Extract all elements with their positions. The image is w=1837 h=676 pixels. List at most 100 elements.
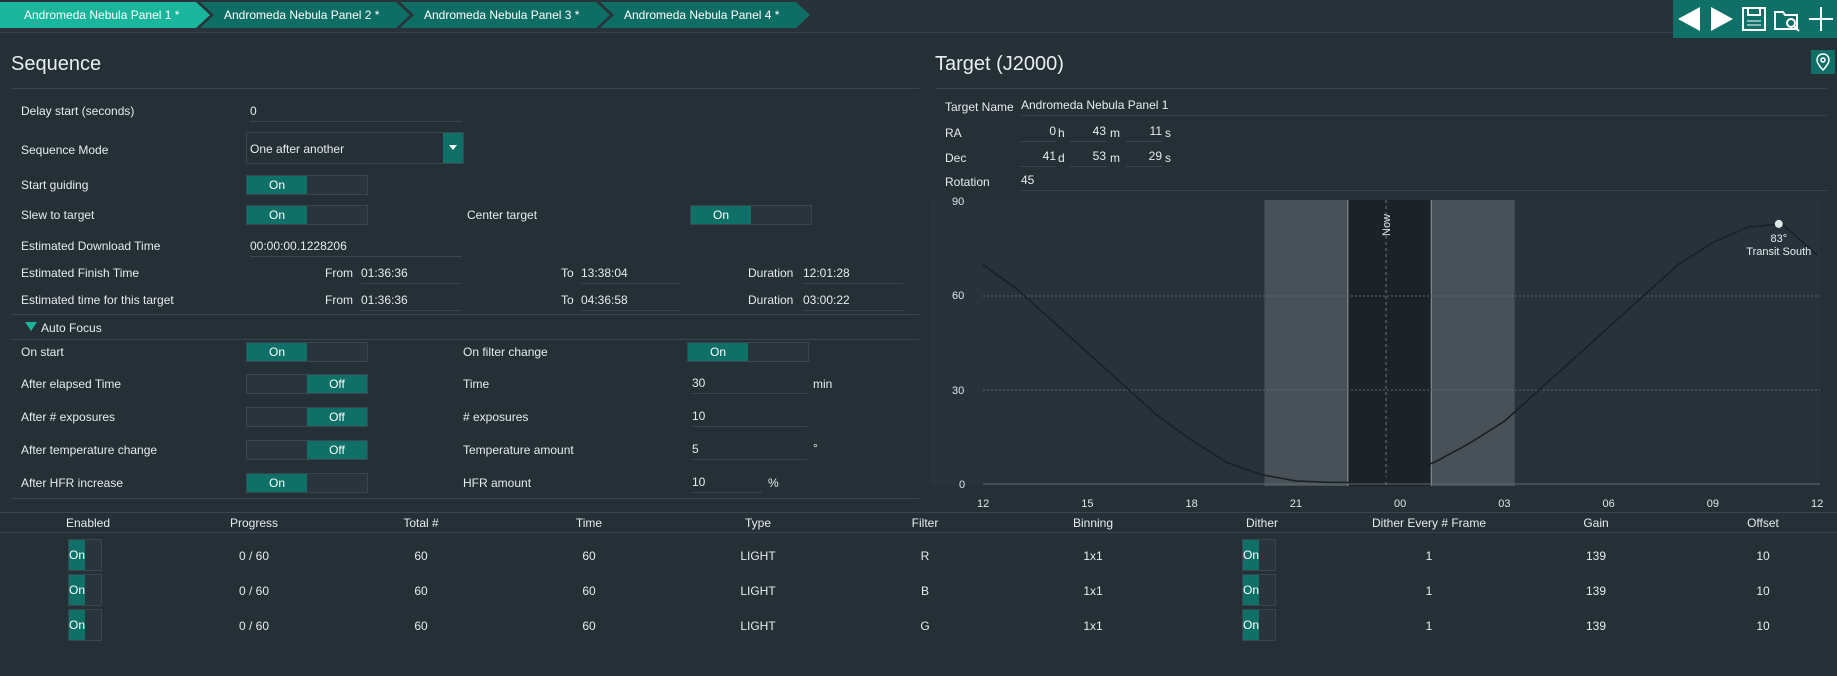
cell-progress: 0 / 60 (238, 619, 270, 633)
af-exposures-input[interactable]: 10 (692, 409, 807, 427)
column-header[interactable]: Binning (1073, 516, 1113, 530)
cell-filter: R (920, 549, 930, 563)
cell-progress: 0 / 60 (238, 584, 270, 598)
toggle-knob: On (69, 575, 85, 605)
af-temp-toggle[interactable]: Off (246, 440, 368, 460)
column-header[interactable]: Dither Every # Frame (1372, 516, 1486, 530)
slew-toggle[interactable]: On (246, 205, 368, 225)
dec-degrees-input[interactable]: 41 (1020, 149, 1056, 167)
enabled-toggle[interactable]: On (68, 574, 102, 606)
column-header[interactable]: Total # (403, 516, 438, 530)
finish-to: 13:38:04 (581, 266, 681, 284)
target-name-label: Target Name (945, 100, 1014, 114)
sequence-mode-select[interactable]: One after another (246, 132, 464, 164)
column-header[interactable]: Enabled (66, 516, 110, 530)
af-temp-unit: ° (813, 441, 818, 455)
ra-seconds-input[interactable]: 11 (1126, 124, 1162, 142)
dec-minutes-input[interactable]: 53 (1070, 149, 1106, 167)
ra-hours-unit: h (1058, 126, 1065, 140)
x-tick-label: 09 (1706, 498, 1719, 510)
rotation-input[interactable]: 45 (1021, 173, 1827, 191)
tab-label: Andromeda Nebula Panel 2 * (224, 8, 380, 22)
save-icon[interactable] (1741, 6, 1767, 32)
enabled-toggle[interactable]: On (68, 539, 102, 571)
af-hfr-input[interactable]: 10 (692, 475, 762, 493)
x-tick-label: 03 (1498, 498, 1511, 510)
column-header[interactable]: Type (745, 516, 771, 530)
column-header[interactable]: Offset (1747, 516, 1779, 530)
af-hfr-toggle[interactable]: On (246, 473, 368, 493)
expand-triangle-icon[interactable] (25, 322, 37, 331)
arrow-left-icon[interactable] (1676, 5, 1702, 33)
af-temp-input[interactable]: 5 (692, 442, 807, 460)
x-tick-label: 12 (1811, 498, 1824, 510)
dec-degrees-unit: d (1058, 151, 1065, 165)
toggle-knob: On (247, 176, 307, 194)
af-hfr-amount-label: HFR amount (463, 476, 532, 490)
divider (11, 498, 919, 499)
af-on-start-toggle[interactable]: On (246, 342, 368, 362)
af-elapsed-toggle[interactable]: Off (246, 374, 368, 394)
arrow-right-icon[interactable] (1709, 5, 1735, 33)
tab-panel-3[interactable]: Andromeda Nebula Panel 3 * (400, 2, 610, 28)
tab-panel-1[interactable]: Andromeda Nebula Panel 1 * (0, 2, 210, 28)
toggle-knob: Off (307, 375, 367, 393)
tab-panel-4[interactable]: Andromeda Nebula Panel 4 * (600, 2, 810, 28)
af-time-unit: min (813, 377, 833, 391)
finish-duration: 12:01:28 (803, 266, 903, 284)
cell-dither_every: 1 (1425, 584, 1433, 598)
cell-offset: 10 (1756, 584, 1770, 598)
cell-binning: 1x1 (1083, 549, 1103, 563)
dither-toggle[interactable]: On (1242, 574, 1276, 606)
tab-label: Andromeda Nebula Panel 4 * (624, 8, 780, 22)
ra-minutes-input[interactable]: 43 (1070, 124, 1106, 142)
altitude-chart-svg: Now 83°Transit South (982, 200, 1820, 486)
location-pin-icon[interactable] (1811, 50, 1835, 74)
transit-altitude-label: 83° (1770, 233, 1787, 245)
af-on-start-label: On start (21, 345, 64, 359)
ra-minutes-unit: m (1110, 126, 1120, 140)
column-header[interactable]: Filter (912, 516, 939, 530)
toggle-knob: On (1243, 610, 1259, 640)
af-exposures-toggle[interactable]: Off (246, 407, 368, 427)
cell-gain: 139 (1585, 619, 1607, 633)
column-header[interactable]: Dither (1246, 516, 1278, 530)
divider (0, 532, 1837, 533)
tab-panel-2[interactable]: Andromeda Nebula Panel 2 * (200, 2, 410, 28)
center-toggle[interactable]: On (690, 205, 812, 225)
delay-input[interactable]: 0 (250, 104, 462, 122)
divider (11, 88, 919, 89)
target-to: 04:36:58 (581, 293, 681, 311)
chevron-down-icon[interactable] (443, 133, 463, 163)
dither-toggle[interactable]: On (1242, 539, 1276, 571)
now-label: Now (1381, 214, 1393, 236)
plus-icon[interactable] (1808, 6, 1834, 32)
finish-from: 01:36:36 (361, 266, 461, 284)
autofocus-title: Auto Focus (41, 321, 102, 335)
af-filter-change-toggle[interactable]: On (687, 342, 809, 362)
column-header[interactable]: Gain (1583, 516, 1608, 530)
toggle-knob: Off (307, 408, 367, 426)
enabled-toggle[interactable]: On (68, 609, 102, 641)
folder-search-icon[interactable] (1773, 6, 1801, 32)
toggle-knob: On (247, 343, 307, 361)
to-label: To (561, 293, 574, 307)
dec-seconds-input[interactable]: 29 (1126, 149, 1162, 167)
start-guiding-toggle[interactable]: On (246, 175, 368, 195)
af-time-input[interactable]: 30 (692, 376, 807, 394)
tab-label: Andromeda Nebula Panel 3 * (424, 8, 580, 22)
toolbar (1673, 0, 1837, 38)
dither-toggle[interactable]: On (1242, 609, 1276, 641)
af-elapsed-label: After elapsed Time (21, 377, 122, 391)
ra-hours-input[interactable]: 0 (1020, 124, 1056, 142)
target-name-input[interactable]: Andromeda Nebula Panel 1 (1021, 98, 1827, 116)
duration-label: Duration (748, 266, 794, 280)
sequence-title: Sequence (11, 53, 102, 75)
toggle-knob: On (1243, 540, 1259, 570)
column-header[interactable]: Time (576, 516, 602, 530)
column-header[interactable]: Progress (230, 516, 278, 530)
x-tick-label: 00 (1394, 498, 1407, 510)
start-guiding-label: Start guiding (21, 178, 89, 192)
cell-filter: B (920, 584, 930, 598)
to-label: To (561, 266, 574, 280)
